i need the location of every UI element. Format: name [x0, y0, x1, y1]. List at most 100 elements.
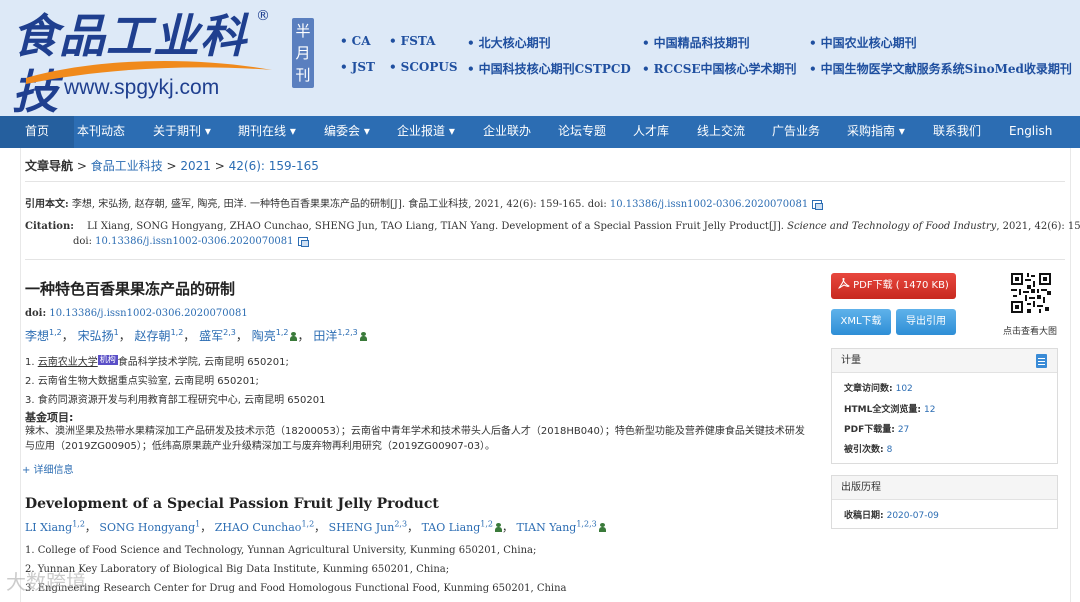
stat-row: 被引次数: 8: [844, 445, 893, 455]
semi-monthly-badge: 半 月 刊: [292, 18, 314, 88]
index-item: • RCCSE中国核心学术期刊: [642, 62, 797, 76]
author-link[interactable]: 宋弘扬1: [78, 328, 119, 343]
pdf-download-button[interactable]: PDF下载 ( 1470 KB): [831, 273, 956, 299]
author-link[interactable]: TAO Liang1,2: [422, 519, 493, 534]
author-link[interactable]: SHENG Jun2,3: [329, 519, 407, 534]
index-item: • 北大核心期刊: [467, 36, 551, 50]
authors-en: LI Xiang1,2， SONG Hongyang1， ZHAO Cuncha…: [25, 519, 606, 535]
fund-label: 基金项目:: [25, 411, 74, 424]
pdf-icon: [838, 278, 850, 289]
nav-news[interactable]: 本刊动态: [77, 116, 125, 148]
qr-code-icon[interactable]: [1011, 273, 1051, 313]
nav-about[interactable]: 关于期刊 ▾: [153, 116, 211, 148]
person-icon[interactable]: [290, 332, 298, 341]
stat-value-link[interactable]: 12: [924, 405, 935, 415]
citation-en-doi-link[interactable]: 10.13386/j.issn1002-0306.2020070081: [95, 236, 293, 247]
breadcrumb: 文章导航 > 食品工业科技 > 2021 > 42(6): 159-165: [25, 157, 319, 174]
institution-tag[interactable]: 机构: [97, 355, 118, 365]
history-header: 出版历程: [832, 476, 1057, 500]
breadcrumb-journal-link[interactable]: 食品工业科技: [91, 159, 163, 173]
index-item: • 中国精品科技期刊: [642, 36, 750, 50]
semi-char: 半: [295, 22, 311, 40]
stat-value-link[interactable]: 27: [898, 425, 909, 435]
qr-caption: 点击查看大图: [1003, 327, 1058, 337]
more-details-link[interactable]: + 详细信息: [22, 461, 74, 476]
export-citation-button[interactable]: 导出引用: [896, 309, 956, 335]
breadcrumb-issue-link[interactable]: 42(6): 159-165: [229, 159, 319, 173]
breadcrumb-label: 文章导航: [25, 159, 74, 173]
author-link[interactable]: TIAN Yang1,2,3: [517, 519, 597, 534]
stat-value-link[interactable]: 8: [887, 445, 893, 455]
citation-en-label: Citation:: [25, 221, 74, 232]
stat-row: PDF下载量: 27: [844, 425, 910, 435]
index-item: • CA: [340, 34, 371, 48]
person-icon[interactable]: [359, 332, 367, 341]
doi-prefix: doi:: [73, 236, 96, 247]
fund-text: 辣木、澳洲坚果及热带水果精深加工产品研发及技术示范（18200053）；云南省中…: [25, 426, 805, 452]
doi-label: doi:: [25, 308, 47, 319]
author-link[interactable]: 李想1,2: [25, 328, 62, 343]
semi-char: 刊: [295, 66, 311, 84]
main-nav: 首页 本刊动态 关于期刊 ▾ 期刊在线 ▾ 编委会 ▾ 企业报道 ▾ 企业联办 …: [0, 116, 1080, 148]
author-link[interactable]: 盛军2,3: [199, 328, 236, 343]
affiliation-cn: 3. 食药同源资源开发与利用教育部工程研究中心, 云南昆明 650201: [25, 395, 326, 406]
metrics-panel: 计量 文章访问数: 102 HTML全文浏览量: 12 PDF下载量: 27 被引次数…: [831, 348, 1058, 464]
index-item: • SCOPUS: [389, 60, 458, 74]
nav-advertising[interactable]: 广告业务: [772, 116, 820, 148]
author-link[interactable]: 赵存朝1,2: [135, 328, 184, 343]
author-link[interactable]: ZHAO Cunchao1,2: [215, 519, 314, 534]
author-link[interactable]: 陶亮1,2: [252, 328, 289, 343]
citation-en-text: LI Xiang, SONG Hongyang, ZHAO Cunchao, S…: [87, 221, 788, 232]
author-link[interactable]: 田洋1,2,3: [313, 328, 357, 343]
xml-download-button[interactable]: XML下载: [831, 309, 891, 335]
index-item: • 中国科技核心期刊CSTPCD: [467, 62, 631, 76]
breadcrumb-year-link[interactable]: 2021: [180, 159, 211, 173]
nav-forum[interactable]: 论坛专题: [558, 116, 606, 148]
history-row: 收稿日期: 2020-07-09: [844, 511, 939, 521]
site-header: 食品工业科技 ® www.spgykj.com 半 月 刊 • CA • JST •…: [0, 0, 1080, 119]
copy-icon[interactable]: [812, 200, 824, 210]
nav-enterprise-co[interactable]: 企业联办: [483, 116, 531, 148]
stat-row: HTML全文浏览量: 12: [844, 405, 936, 415]
citation-cn-text: 李想, 宋弘扬, 赵存朝, 盛军, 陶亮, 田洋. 一种特色百香果果冻产品的研制…: [71, 199, 610, 210]
nav-online[interactable]: 期刊在线 ▾: [238, 116, 296, 148]
nav-enterprise-reports[interactable]: 企业报道 ▾: [397, 116, 455, 148]
watermark: 大数跨境: [6, 570, 86, 594]
journal-logo[interactable]: 食品工业科技 ® www.spgykj.com: [12, 8, 274, 119]
nav-home[interactable]: 首页: [0, 116, 74, 148]
document-icon[interactable]: [1036, 354, 1047, 368]
index-item: • 中国生物医学文献服务系统SinoMed收录期刊: [809, 62, 1072, 76]
content-border-left: [20, 148, 21, 602]
article-doi-link[interactable]: 10.13386/j.issn1002-0306.2020070081: [49, 308, 247, 319]
stat-value-link[interactable]: 102: [896, 384, 913, 394]
affiliation-en: 3. Engineering Research Center for Drug …: [25, 583, 567, 594]
citation-en-doi: doi: 10.13386/j.issn1002-0306.2020070081: [73, 234, 309, 250]
affiliation-en: 1. College of Food Science and Technolog…: [25, 545, 537, 556]
article-title-cn: 一种特色百香果果冻产品的研制: [25, 280, 236, 298]
affiliation-en: 2. Yunnan Key Laboratory of Biological B…: [25, 564, 450, 575]
nav-online-exchange[interactable]: 线上交流: [697, 116, 745, 148]
citation-en-pages: , 2021, 42(6): 159-165.: [996, 221, 1080, 232]
metrics-title: 计量: [841, 355, 861, 366]
divider: [25, 259, 1065, 260]
article-title-en: Development of a Special Passion Fruit J…: [25, 496, 439, 512]
institution-link[interactable]: 云南农业大学: [38, 357, 98, 368]
breadcrumb-sep: >: [162, 159, 181, 173]
person-icon[interactable]: [598, 523, 606, 532]
citation-cn-doi-link[interactable]: 10.13386/j.issn1002-0306.2020070081: [610, 199, 808, 210]
index-item: • 中国农业核心期刊: [809, 36, 917, 50]
metrics-header: 计量: [832, 349, 1057, 373]
nav-contact[interactable]: 联系我们: [933, 116, 981, 148]
person-icon[interactable]: [495, 523, 502, 532]
nav-procurement[interactable]: 采购指南 ▾: [847, 116, 905, 148]
nav-talent[interactable]: 人才库: [633, 116, 669, 148]
author-link[interactable]: SONG Hongyang1: [99, 519, 200, 534]
citation-cn-label: 引用本文:: [25, 199, 69, 210]
copy-icon[interactable]: [297, 237, 309, 247]
registered-mark: ®: [256, 8, 270, 24]
author-link[interactable]: LI Xiang1,2: [25, 519, 85, 534]
citation-cn: 引用本文: 李想, 宋弘扬, 赵存朝, 盛军, 陶亮, 田洋. 一种特色百香果果…: [25, 197, 825, 213]
authors-cn: 李想1,2， 宋弘扬1， 赵存朝1,2， 盛军2,3， 陶亮1,2， 田洋1,2…: [25, 327, 367, 344]
nav-english[interactable]: English: [1009, 116, 1052, 148]
nav-editorial-board[interactable]: 编委会 ▾: [324, 116, 370, 148]
